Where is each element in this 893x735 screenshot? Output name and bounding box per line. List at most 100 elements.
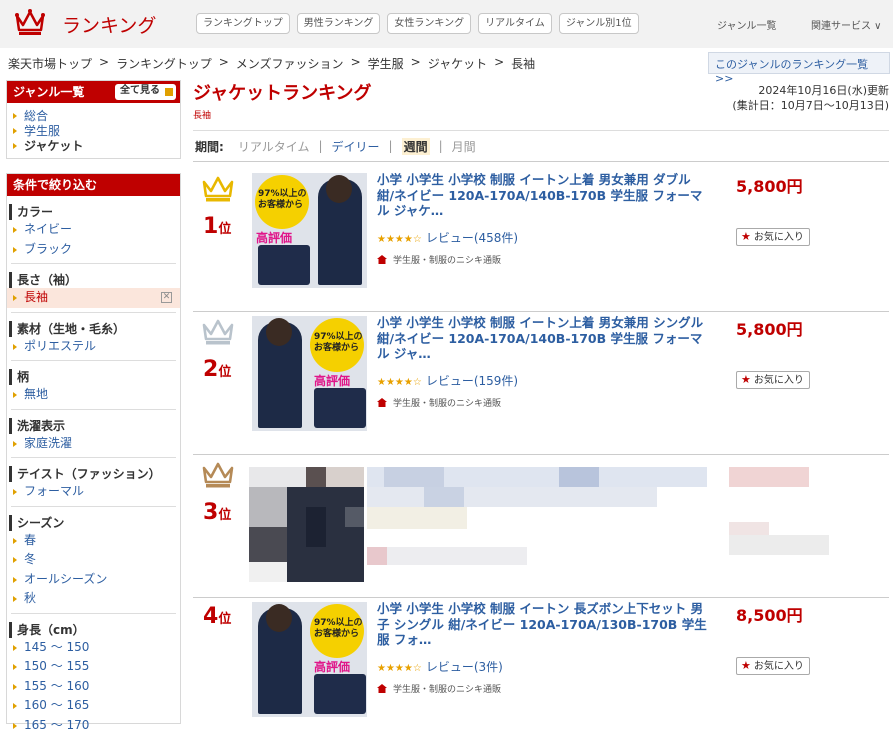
filter-option[interactable]: 冬 [7,550,180,570]
breadcrumb-separator: > [351,55,361,72]
product-title[interactable]: 小学 小学生 小学校 制服 イートン上着 男女兼用 シングル 紺/ネイビー 12… [377,315,707,362]
site-logo-text[interactable]: ランキング [62,11,156,38]
review-link[interactable]: ★★★★☆ レビュー(458件) [377,229,518,246]
star-icon: ★ [741,373,751,386]
breadcrumb-separator: > [494,55,504,72]
gold-crown-icon [201,173,235,203]
product-title[interactable]: 小学 小学生 小学校 制服 イートン 長ズボン上下セット 男子 シングル 紺/ネ… [377,601,707,648]
breadcrumb-item-ranking-top[interactable]: ランキングトップ [116,55,212,72]
review-link[interactable]: ★★★★☆レビュー(3件) [377,658,503,675]
tab-ranking-top[interactable]: ランキングトップ [196,13,290,34]
model-head [266,318,292,346]
filter-option[interactable]: 155 ～ 160 [7,677,180,697]
bronze-crown-icon [201,459,235,489]
star-rating-icon: ★★★★☆ [377,234,422,245]
favorite-button[interactable]: ★お気に入り [736,371,810,389]
period-weekly[interactable]: 週間 [402,138,430,155]
genre-item-jacket[interactable]: ジャケット [7,139,180,154]
show-all-button[interactable]: 全て見る [115,84,176,100]
product-image[interactable]: 97%以上の お客様から 高評価 [252,173,367,288]
ranking-item-1: 1位 97%以上の お客様から 高評価 小学 小学生 小学校 制服 イートン上着… [193,169,889,312]
filter-title: カラー [9,204,180,220]
shop-link[interactable]: 学生服・制服のニシキ通販 [377,396,501,409]
filter-option[interactable]: ネイビー [7,220,180,240]
filter-option[interactable]: 無地 [7,385,180,405]
star-icon: ★ [741,230,751,243]
favorite-button[interactable]: ★お気に入り [736,657,810,675]
filter-option[interactable]: 春 [7,531,180,551]
thumb-badge-text: 97%以上の お客様から [258,189,307,211]
filter-option-selected[interactable]: 長袖 ✕ [7,288,180,308]
filter-option-label: 長袖 [24,290,48,304]
filter-group-taste: テイスト（ファッション） フォーマル [7,458,180,502]
period-selector: 期間: リアルタイム | デイリー | 週間 | 月間 [193,130,889,162]
ranking-item-2: 2位 97%以上の お客様から 高評価 小学 小学生 小学校 制服 イートン上着… [193,312,889,455]
breadcrumb-item-long-sleeve[interactable]: 長袖 [511,55,535,72]
shop-name: 学生服・制服のニシキ通販 [393,685,501,695]
model-head [266,604,292,632]
clear-filter-icon[interactable]: ✕ [161,292,172,303]
related-services-link[interactable]: 関連サービス ∨ [811,17,882,32]
updated-info: 2024年10月16日(水)更新 (集計日：10月7日～10月13日) [732,83,889,113]
filter-option[interactable]: 145 ～ 150 [7,638,180,658]
genre-list-link[interactable]: ジャンル一覧 [717,17,777,32]
period-realtime[interactable]: リアルタイム [238,138,310,155]
favorite-button[interactable]: ★お気に入り [736,228,810,246]
favorite-label: お気に入り [754,375,804,386]
model-head [326,175,352,203]
shop-name: 学生服・制服のニシキ通販 [393,399,501,409]
rank-number: 4位 [203,604,231,629]
review-link[interactable]: ★★★★☆レビュー(159件) [377,372,518,389]
filter-option[interactable]: ブラック [7,240,180,260]
global-header: ランキング ランキングトップ 男性ランキング 女性ランキング リアルタイム ジャ… [0,0,893,48]
breadcrumb-item-rakuten-top[interactable]: 楽天市場トップ [8,55,92,72]
tab-female-ranking[interactable]: 女性ランキング [387,13,471,34]
breadcrumb-item-jacket[interactable]: ジャケット [428,55,487,72]
filter-option[interactable]: 家庭洗濯 [7,434,180,454]
filter-title: シーズン [9,515,180,531]
tab-male-ranking[interactable]: 男性ランキング [297,13,381,34]
breadcrumb-item-school-uniform[interactable]: 学生服 [368,55,404,72]
rank-number: 2位 [203,357,231,382]
expand-icon [165,88,173,96]
ranking-item-4: 4位 97%以上の お客様から 高評価 小学 小学生 小学校 制服 イートン 長… [193,598,889,731]
review-count: レビュー(458件) [426,231,518,245]
tab-realtime[interactable]: リアルタイム [478,13,552,34]
breadcrumb-separator: > [99,55,109,72]
crown-logo-icon[interactable] [14,8,46,36]
shop-home-icon [377,398,387,407]
filter-title: 素材（生地・毛糸） [9,321,180,337]
filter-option[interactable]: オールシーズン [7,570,180,590]
product-title[interactable]: 小学 小学生 小学校 制服 イートン上着 男女兼用 ダブル 紺/ネイビー 120… [377,172,707,219]
filter-option[interactable]: 150 ～ 155 [7,657,180,677]
product-image[interactable]: 97%以上の お客様から 高評価 [252,602,367,717]
filter-option[interactable]: 160 ～ 165 [7,696,180,716]
tab-genre-first[interactable]: ジャンル別1位 [559,13,639,34]
breadcrumb-item-mens-fashion[interactable]: メンズファッション [236,55,344,72]
genre-ranking-list-link[interactable]: このジャンルのランキング一覧 >> [708,52,890,74]
ranking-nav-tabs: ランキングトップ 男性ランキング 女性ランキング リアルタイム ジャンル別1位 [196,13,639,34]
page-title: ジャケットランキング [193,79,372,105]
filter-option[interactable]: 165 ～ 170 [7,716,180,735]
product-image[interactable]: 97%以上の お客様から 高評価 [252,316,367,431]
genre-item-school-uniform[interactable]: 学生服 [7,124,180,139]
aggregation-period: (集計日：10月7日～10月13日) [732,98,889,113]
thumb-badge-text: 97%以上の お客様から [314,332,363,354]
filter-option[interactable]: フォーマル [7,482,180,502]
review-count: レビュー(3件) [426,660,503,674]
filter-group-sleeve: 長さ（袖） 長袖 ✕ [7,264,180,308]
period-monthly[interactable]: 月間 [452,138,476,155]
shop-link[interactable]: 学生服・制服のニシキ通販 [377,253,501,266]
filter-group-pattern: 柄 無地 [7,361,180,405]
filter-group-height: 身長（cm） 145 ～ 150 150 ～ 155 155 ～ 160 160… [7,614,180,735]
period-daily[interactable]: デイリー [332,138,380,155]
jacket-figure [314,674,366,714]
filter-title: テイスト（ファッション） [9,466,180,482]
filter-option[interactable]: 秋 [7,589,180,609]
jacket-figure [258,245,310,285]
genre-item-all[interactable]: 総合 [7,109,180,124]
shop-link[interactable]: 学生服・制服のニシキ通販 [377,682,501,695]
thumb-rating-text: 高評価 [314,658,350,675]
filter-option[interactable]: ポリエステル [7,337,180,357]
filter-group-season: シーズン 春 冬 オールシーズン 秋 [7,507,180,609]
